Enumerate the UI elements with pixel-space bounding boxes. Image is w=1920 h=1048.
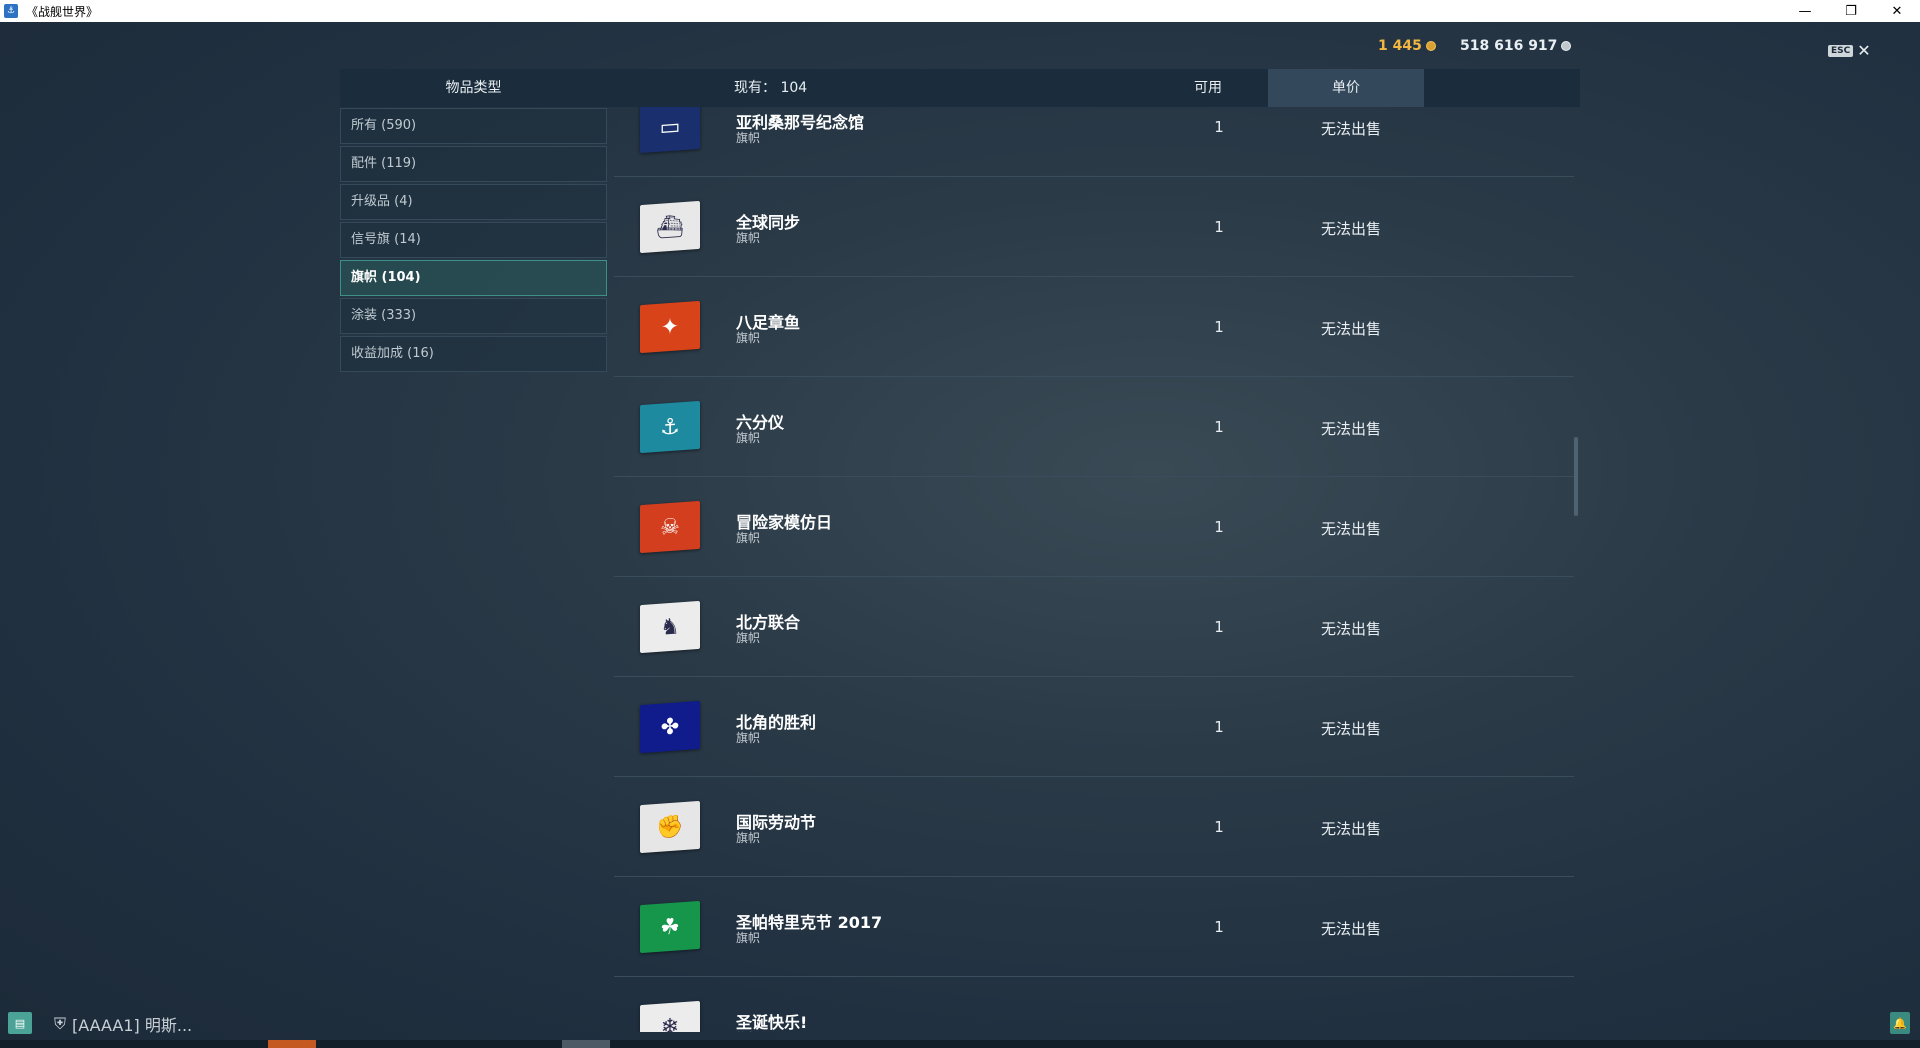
item-quantity: 1 <box>1214 818 1224 836</box>
item-quantity: 1 <box>1214 518 1224 536</box>
flag-icon: ✦ <box>640 300 700 354</box>
minimize-button[interactable]: — <box>1782 0 1828 22</box>
silver-balance: 518 616 917 <box>1460 38 1572 54</box>
item-type: 旗帜 <box>736 131 761 145</box>
header-owned-count: 现有： 104 <box>734 80 808 96</box>
flag-icon: ♞ <box>640 600 700 654</box>
item-price: 无法出售 <box>1320 220 1381 238</box>
header-item-type: 物品类型 <box>445 80 502 96</box>
flag-icon: ☘ <box>640 900 700 954</box>
list-item[interactable]: ▭ 亚利桑那号纪念馆 旗帜 1 无法出售 <box>614 107 1574 177</box>
category-flags[interactable]: 旗帜 (104) <box>340 260 607 296</box>
item-type: 旗帜 <box>736 531 761 545</box>
flag-icon: ⚓ <box>640 400 700 454</box>
flag-emblem-icon: ✊ <box>656 813 684 841</box>
gold-amount: 1 445 <box>1378 38 1422 54</box>
silver-coin-icon <box>1561 41 1572 51</box>
window-titlebar: ⚓ 《战舰世界》 — ❐ ✕ <box>0 0 1920 22</box>
flag-emblem-icon: ♞ <box>660 613 680 641</box>
item-quantity: 1 <box>1214 118 1224 136</box>
flag-emblem-icon: ⚓ <box>660 413 680 441</box>
esc-key-label: ESC <box>1828 45 1854 57</box>
shield-icon: ⛨ <box>54 1014 67 1033</box>
app-icon: ⚓ <box>4 4 18 18</box>
header-unit-price[interactable]: 单价 <box>1268 69 1424 107</box>
flag-icon: ☠ <box>640 500 700 554</box>
list-item[interactable]: ⛴ 全球同步 旗帜 1 无法出售 <box>614 177 1574 277</box>
bell-icon[interactable]: 🔔 <box>1890 1012 1910 1034</box>
list-item[interactable]: ⚓ 六分仪 旗帜 1 无法出售 <box>614 377 1574 477</box>
list-item[interactable]: ♞ 北方联合 旗帜 1 无法出售 <box>614 577 1574 677</box>
table-header: 物品类型 现有： 104 可用 单价 <box>340 69 1580 107</box>
item-quantity: 1 <box>1214 318 1224 336</box>
clan-info[interactable]: ⛨ [AAAA1] 明斯... <box>54 1012 192 1036</box>
taskbar-segment-active <box>268 1040 316 1048</box>
taskbar-segment <box>562 1040 610 1048</box>
window-controls: — ❐ ✕ <box>1782 0 1920 22</box>
item-type: 旗帜 <box>736 331 761 345</box>
item-quantity: 1 <box>1214 718 1224 736</box>
item-type: 旗帜 <box>736 431 761 445</box>
list-item[interactable]: ☘ 圣帕特里克节 2017 旗帜 1 无法出售 <box>614 877 1574 977</box>
flag-icon: ⛴ <box>640 200 700 254</box>
item-price: 无法出售 <box>1320 520 1381 538</box>
item-price: 无法出售 <box>1320 820 1381 838</box>
flag-emblem-icon: ☘ <box>660 913 680 941</box>
item-quantity: 1 <box>1214 618 1224 636</box>
category-upgrades[interactable]: 升级品 (4) <box>340 184 607 220</box>
item-price: 无法出售 <box>1320 920 1381 938</box>
flag-icon: ▭ <box>640 107 700 154</box>
category-boosters[interactable]: 收益加成 (16) <box>340 336 607 372</box>
item-quantity: 1 <box>1214 418 1224 436</box>
category-all[interactable]: 所有 (590) <box>340 108 607 144</box>
flag-emblem-icon: ⛴ <box>656 213 684 241</box>
category-signals[interactable]: 信号旗 (14) <box>340 222 607 258</box>
flag-emblem-icon: ✦ <box>660 313 680 341</box>
flag-icon: ✤ <box>640 700 700 754</box>
item-type: 旗帜 <box>736 931 761 945</box>
item-list: ▭ 亚利桑那号纪念馆 旗帜 1 无法出售 ⛴ 全球同步 旗帜 1 无法出售 ✦ 八足章鱼 旗帜 1 无法出售… <box>614 107 1574 1032</box>
item-price: 无法出售 <box>1320 420 1381 438</box>
chat-icon[interactable]: ▤ <box>8 1012 32 1034</box>
item-price: 无法出售 <box>1320 720 1381 738</box>
item-quantity: 1 <box>1214 918 1224 936</box>
item-type: 旗帜 <box>736 631 761 645</box>
esc-close-button[interactable]: ESC ✕ <box>1828 41 1871 60</box>
list-item[interactable]: ☠ 冒险家模仿日 旗帜 1 无法出售 <box>614 477 1574 577</box>
taskbar-strip <box>0 1040 1920 1048</box>
item-price: 无法出售 <box>1320 120 1381 138</box>
gold-balance: 1 445 <box>1378 38 1436 54</box>
window-title: 《战舰世界》 <box>26 4 99 19</box>
item-type: 旗帜 <box>736 231 761 245</box>
flag-icon: ✊ <box>640 800 700 854</box>
restore-button[interactable]: ❐ <box>1828 0 1874 22</box>
category-camouflage[interactable]: 涂装 (333) <box>340 298 607 334</box>
list-item[interactable]: ✤ 北角的胜利 旗帜 1 无法出售 <box>614 677 1574 777</box>
close-icon: ✕ <box>1857 41 1871 60</box>
item-price: 无法出售 <box>1320 320 1381 338</box>
list-item[interactable]: ✦ 八足章鱼 旗帜 1 无法出售 <box>614 277 1574 377</box>
item-price: 无法出售 <box>1320 620 1381 638</box>
flag-emblem-icon: ▭ <box>659 113 681 141</box>
item-quantity: 1 <box>1214 218 1224 236</box>
silver-amount: 518 616 917 <box>1460 38 1558 54</box>
category-modules[interactable]: 配件 (119) <box>340 146 607 182</box>
category-sidebar: 所有 (590) 配件 (119) 升级品 (4) 信号旗 (14) 旗帜 (1… <box>340 108 607 374</box>
header-available[interactable]: 可用 <box>1178 69 1238 107</box>
list-item[interactable]: ✊ 国际劳动节 旗帜 1 无法出售 <box>614 777 1574 877</box>
item-type: 旗帜 <box>736 831 761 845</box>
gold-coin-icon <box>1425 41 1436 51</box>
close-window-button[interactable]: ✕ <box>1874 0 1920 22</box>
flag-emblem-icon: ✤ <box>660 713 680 741</box>
list-scrollbar[interactable] <box>1574 437 1578 516</box>
item-type: 旗帜 <box>736 731 761 745</box>
flag-emblem-icon: ☠ <box>660 513 680 541</box>
clan-text: [AAAA1] 明斯... <box>72 1016 193 1035</box>
